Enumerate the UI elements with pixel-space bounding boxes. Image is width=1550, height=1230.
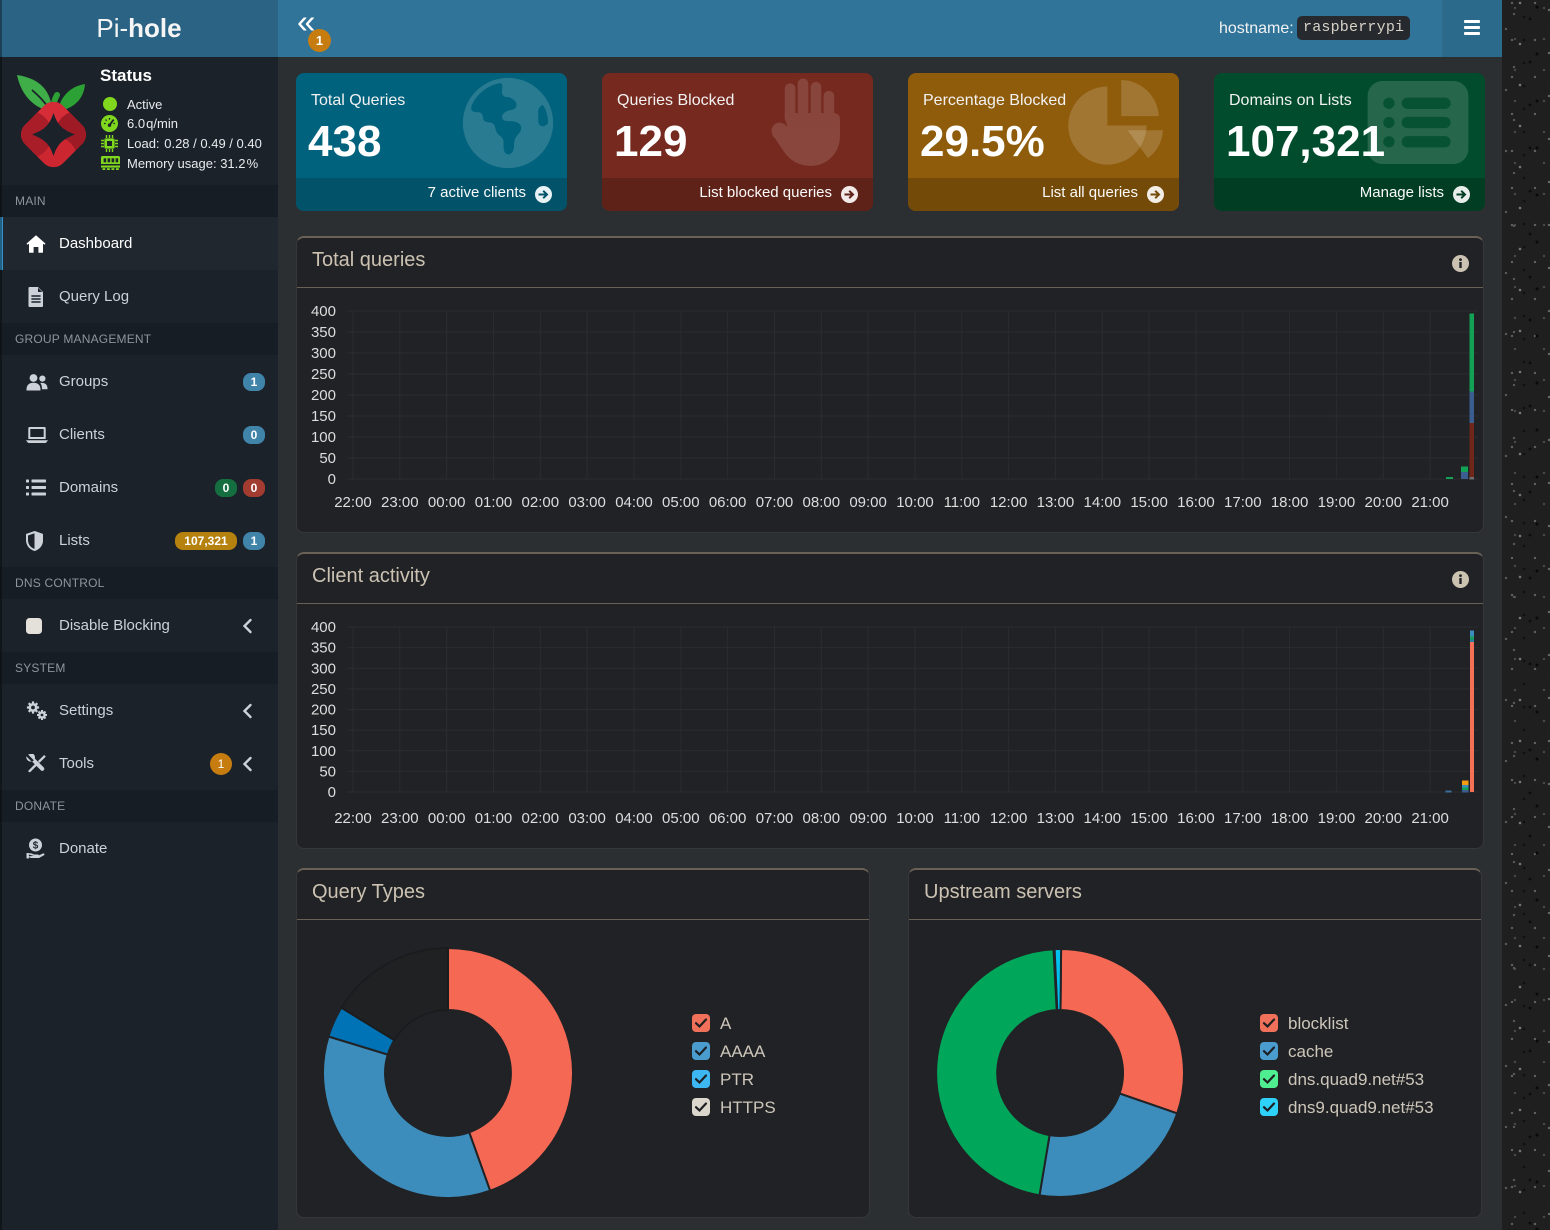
svg-text:0: 0 xyxy=(328,471,336,488)
svg-text:15:00: 15:00 xyxy=(1130,810,1168,827)
svg-text:17:00: 17:00 xyxy=(1224,810,1262,827)
svg-text:12:00: 12:00 xyxy=(990,810,1028,827)
svg-text:22:00: 22:00 xyxy=(334,810,372,827)
svg-text:10:00: 10:00 xyxy=(896,810,934,827)
svg-text:18:00: 18:00 xyxy=(1271,810,1309,827)
svg-text:23:00: 23:00 xyxy=(381,810,419,827)
svg-text:02:00: 02:00 xyxy=(522,494,560,511)
svg-text:350: 350 xyxy=(311,324,336,341)
svg-text:21:00: 21:00 xyxy=(1411,494,1449,511)
svg-text:150: 150 xyxy=(311,722,336,739)
svg-text:02:00: 02:00 xyxy=(522,810,560,827)
svg-text:08:00: 08:00 xyxy=(803,494,841,511)
svg-text:0: 0 xyxy=(328,784,336,801)
svg-text:23:00: 23:00 xyxy=(381,494,419,511)
svg-text:400: 400 xyxy=(311,619,336,636)
svg-text:01:00: 01:00 xyxy=(475,494,513,511)
svg-text:04:00: 04:00 xyxy=(615,810,653,827)
svg-text:00:00: 00:00 xyxy=(428,494,466,511)
svg-text:12:00: 12:00 xyxy=(990,494,1028,511)
svg-text:22:00: 22:00 xyxy=(334,494,372,511)
svg-text:16:00: 16:00 xyxy=(1177,494,1215,511)
svg-text:05:00: 05:00 xyxy=(662,494,700,511)
svg-text:300: 300 xyxy=(311,345,336,362)
svg-text:09:00: 09:00 xyxy=(849,810,887,827)
svg-text:11:00: 11:00 xyxy=(944,810,980,827)
svg-text:07:00: 07:00 xyxy=(756,494,794,511)
svg-text:01:00: 01:00 xyxy=(475,810,513,827)
svg-text:00:00: 00:00 xyxy=(428,810,466,827)
svg-text:11:00: 11:00 xyxy=(944,494,980,511)
svg-text:15:00: 15:00 xyxy=(1130,494,1168,511)
svg-text:14:00: 14:00 xyxy=(1084,494,1122,511)
svg-text:250: 250 xyxy=(311,681,336,698)
svg-text:400: 400 xyxy=(311,303,336,320)
svg-text:150: 150 xyxy=(311,408,336,425)
svg-text:03:00: 03:00 xyxy=(568,810,606,827)
svg-text:19:00: 19:00 xyxy=(1318,810,1356,827)
svg-text:17:00: 17:00 xyxy=(1224,494,1262,511)
svg-text:50: 50 xyxy=(319,763,336,780)
svg-text:09:00: 09:00 xyxy=(849,494,887,511)
svg-text:19:00: 19:00 xyxy=(1318,494,1356,511)
svg-text:$: $ xyxy=(33,841,39,852)
svg-text:200: 200 xyxy=(311,387,336,404)
svg-text:350: 350 xyxy=(311,640,336,657)
svg-text:14:00: 14:00 xyxy=(1084,810,1122,827)
svg-text:100: 100 xyxy=(311,429,336,446)
svg-text:16:00: 16:00 xyxy=(1177,810,1215,827)
svg-text:05:00: 05:00 xyxy=(662,810,700,827)
svg-text:20:00: 20:00 xyxy=(1365,810,1403,827)
svg-text:13:00: 13:00 xyxy=(1037,810,1075,827)
svg-text:03:00: 03:00 xyxy=(568,494,606,511)
svg-text:06:00: 06:00 xyxy=(709,810,747,827)
svg-text:21:00: 21:00 xyxy=(1411,810,1449,827)
svg-text:06:00: 06:00 xyxy=(709,494,747,511)
svg-text:08:00: 08:00 xyxy=(803,810,841,827)
svg-text:07:00: 07:00 xyxy=(756,810,794,827)
svg-text:20:00: 20:00 xyxy=(1365,494,1403,511)
svg-text:04:00: 04:00 xyxy=(615,494,653,511)
svg-text:250: 250 xyxy=(311,366,336,383)
svg-text:10:00: 10:00 xyxy=(896,494,934,511)
svg-text:200: 200 xyxy=(311,702,336,719)
svg-text:18:00: 18:00 xyxy=(1271,494,1309,511)
svg-text:13:00: 13:00 xyxy=(1037,494,1075,511)
svg-text:50: 50 xyxy=(319,450,336,467)
svg-text:300: 300 xyxy=(311,660,336,677)
svg-text:100: 100 xyxy=(311,743,336,760)
